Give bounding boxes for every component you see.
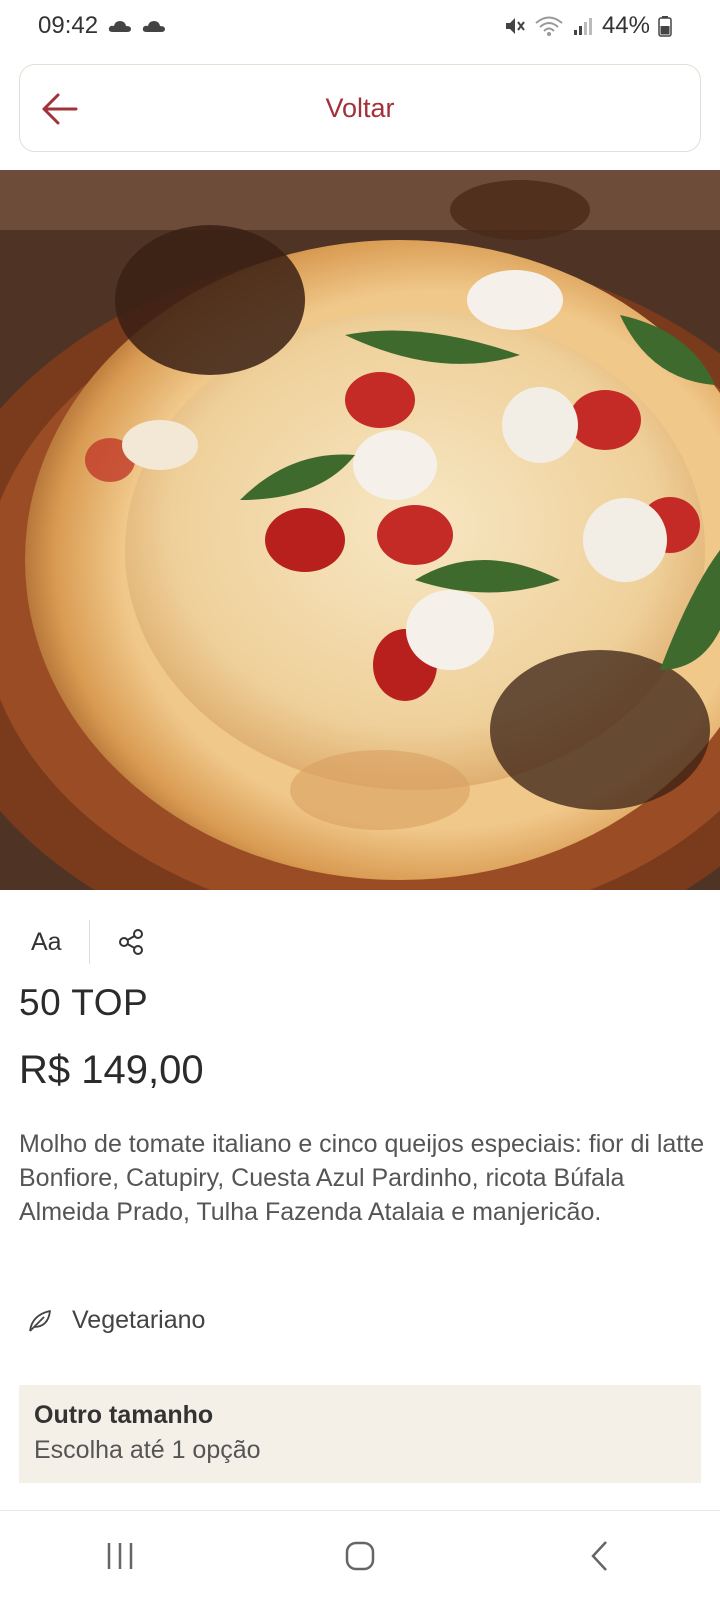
product-price: R$ 149,00 [19, 1048, 204, 1092]
battery-percent: 44% [601, 12, 650, 39]
recents-button[interactable] [90, 1531, 150, 1581]
product-description: Molho de tomate italiano e cinco queijos… [19, 1130, 705, 1226]
recents-icon [107, 1542, 133, 1569]
mute-icon [505, 18, 525, 34]
system-back-button[interactable] [570, 1531, 630, 1581]
pizza-photo [0, 170, 720, 890]
status-bar: 09:42 44% [0, 0, 720, 52]
system-nav-bar [0, 1511, 720, 1600]
size-option-group[interactable]: Outro tamanho Escolha até 1 opção [19, 1385, 701, 1483]
home-icon [345, 1541, 375, 1570]
back-button[interactable]: Voltar [19, 64, 701, 152]
cloud-icon [142, 21, 166, 32]
back-icon [591, 1540, 607, 1571]
battery-icon [658, 16, 672, 37]
cloud-icon [108, 21, 132, 32]
option-subtitle: Escolha até 1 opção [34, 1436, 261, 1464]
dietary-tag: Vegetariano [26, 1306, 205, 1335]
product-tools: Aa [19, 920, 146, 964]
status-time: 09:42 [38, 12, 99, 39]
product-image [0, 170, 720, 890]
home-button[interactable] [330, 1531, 390, 1581]
signal-icon [573, 18, 592, 35]
arrow-left-icon [42, 93, 78, 125]
status-right: 44% [504, 12, 672, 40]
option-title: Outro tamanho [34, 1401, 214, 1429]
share-icon[interactable] [116, 927, 146, 957]
product-name: 50 TOP [19, 982, 149, 1023]
tools-divider [89, 920, 90, 964]
back-label: Voltar [325, 92, 395, 123]
leaf-icon [29, 1309, 51, 1332]
status-left: 09:42 [38, 12, 166, 40]
wifi-icon [535, 16, 563, 36]
text-size-button[interactable]: Aa [19, 928, 89, 957]
dietary-tag-label: Vegetariano [72, 1306, 206, 1334]
